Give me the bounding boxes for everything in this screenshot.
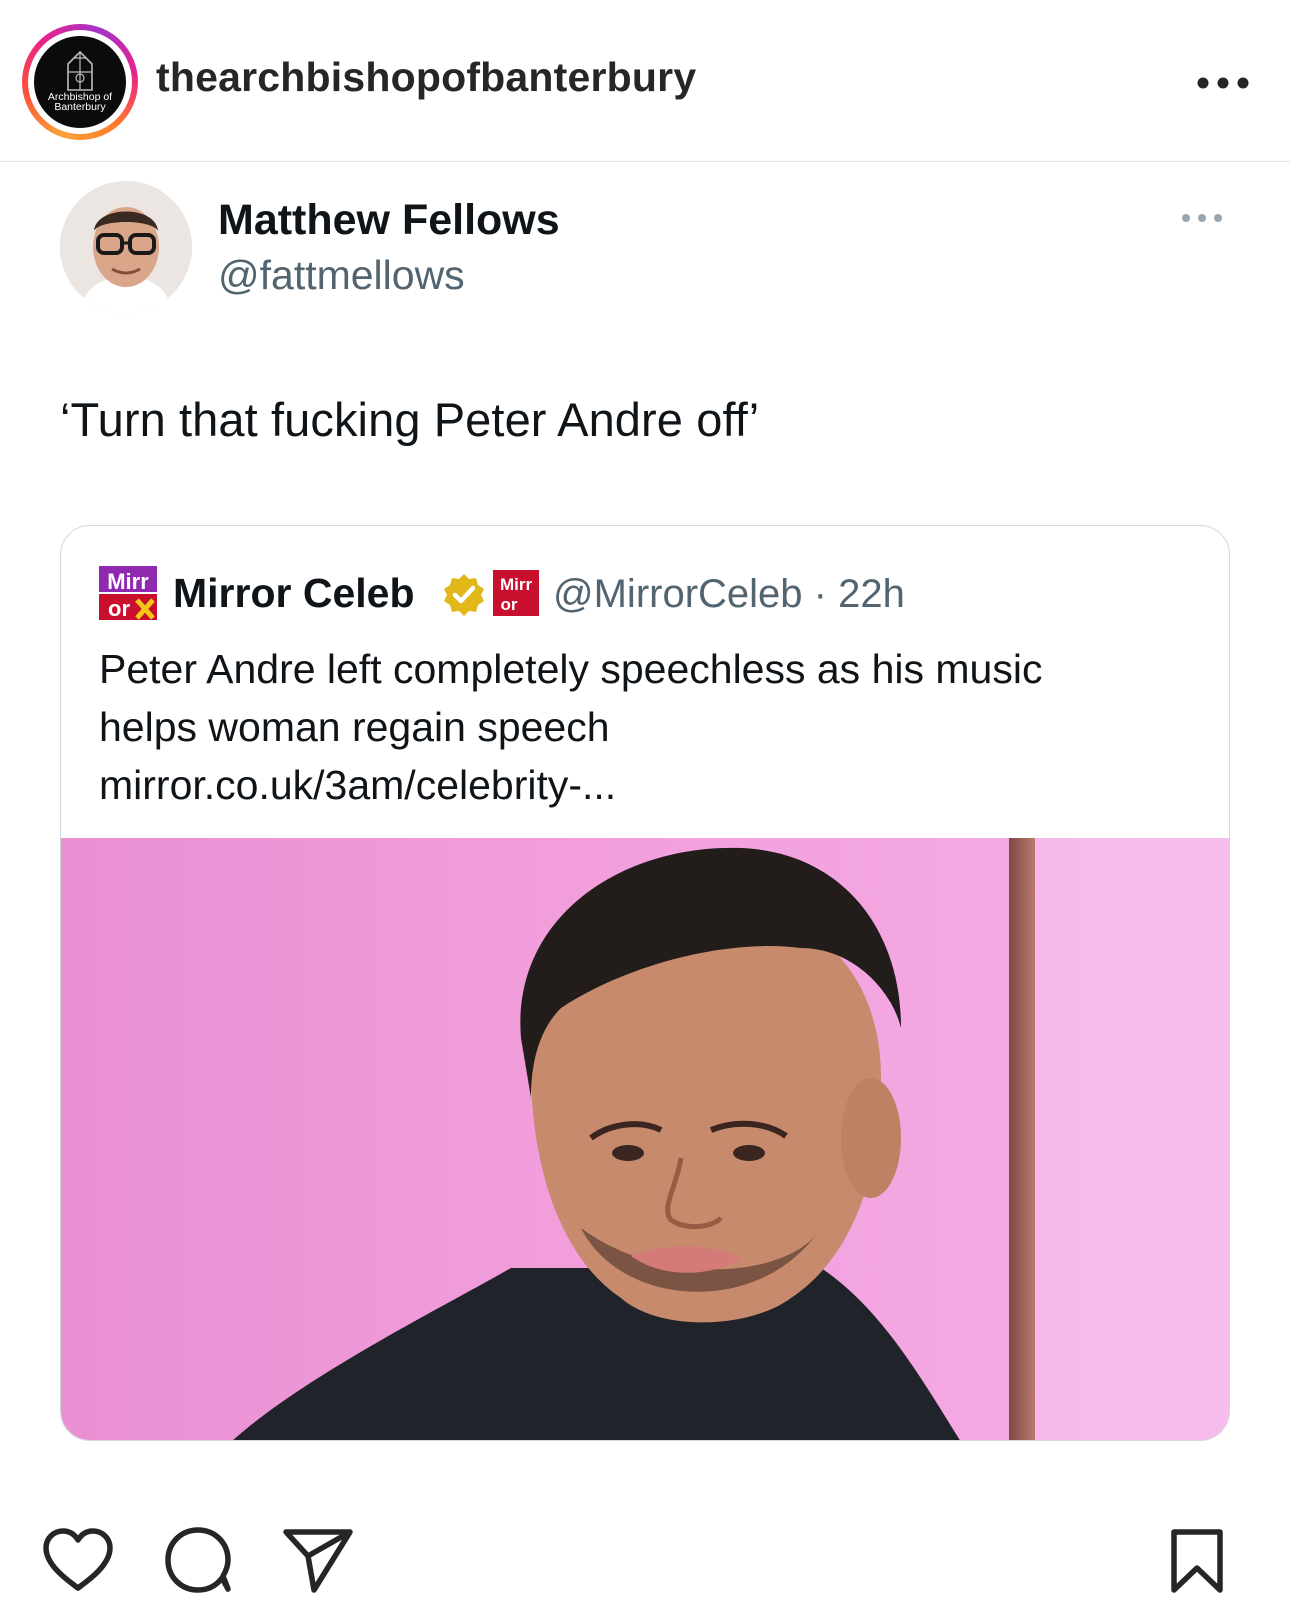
heart-icon[interactable]	[40, 1526, 116, 1594]
tweet-text: ‘Turn that fucking Peter Andre off’	[60, 393, 760, 446]
svg-text:Mirr: Mirr	[107, 569, 149, 594]
mirror-affiliate-logo-icon: Mirr or	[493, 570, 539, 616]
tweet-author-handle[interactable]: @fattmellows	[218, 252, 465, 299]
avatar-logo-text: Archbishop of Banterbury	[47, 91, 113, 113]
quoted-tweet-text: Peter Andre left completely speechless a…	[99, 640, 1199, 814]
instagram-post-header: Archbishop of Banterbury thearchbishopof…	[0, 0, 1290, 162]
quoted-account-name[interactable]: Mirror Celeb	[173, 570, 415, 617]
tweet-author-name[interactable]: Matthew Fellows	[218, 196, 560, 245]
story-ring[interactable]: Archbishop of Banterbury	[22, 24, 138, 140]
account-username[interactable]: thearchbishopofbanterbury	[156, 54, 696, 101]
mitre-icon	[67, 50, 93, 91]
quoted-tweet-photo[interactable]	[61, 838, 1230, 1441]
tweet-more-icon[interactable]	[1180, 206, 1228, 230]
mirror-logo-icon: Mirr or	[97, 564, 159, 622]
tweet-author-avatar[interactable]	[60, 181, 192, 313]
svg-text:or: or	[501, 595, 518, 614]
svg-text:Mirr: Mirr	[500, 575, 533, 594]
verified-badge-icon	[444, 574, 484, 616]
quoted-text-line: helps woman regain speech	[99, 704, 610, 750]
avatar-border: Archbishop of Banterbury	[28, 30, 132, 134]
comment-icon[interactable]	[162, 1526, 238, 1594]
quoted-tweet-card[interactable]: Mirr or Mirror Celeb Mirr or @MirrorCele…	[60, 525, 1230, 1441]
quoted-link[interactable]: mirror.co.uk/3am/celebrity-...	[99, 756, 1199, 814]
bookmark-icon[interactable]	[1166, 1526, 1228, 1594]
send-icon[interactable]	[280, 1526, 356, 1594]
account-avatar[interactable]: Archbishop of Banterbury	[34, 36, 126, 128]
more-options-icon[interactable]	[1196, 68, 1250, 98]
quoted-handle-timestamp[interactable]: @MirrorCeleb · 22h	[553, 572, 905, 617]
svg-text:or: or	[108, 596, 130, 621]
person-photo-icon	[60, 181, 192, 313]
quoted-text-line: Peter Andre left completely speechless a…	[99, 646, 1043, 692]
